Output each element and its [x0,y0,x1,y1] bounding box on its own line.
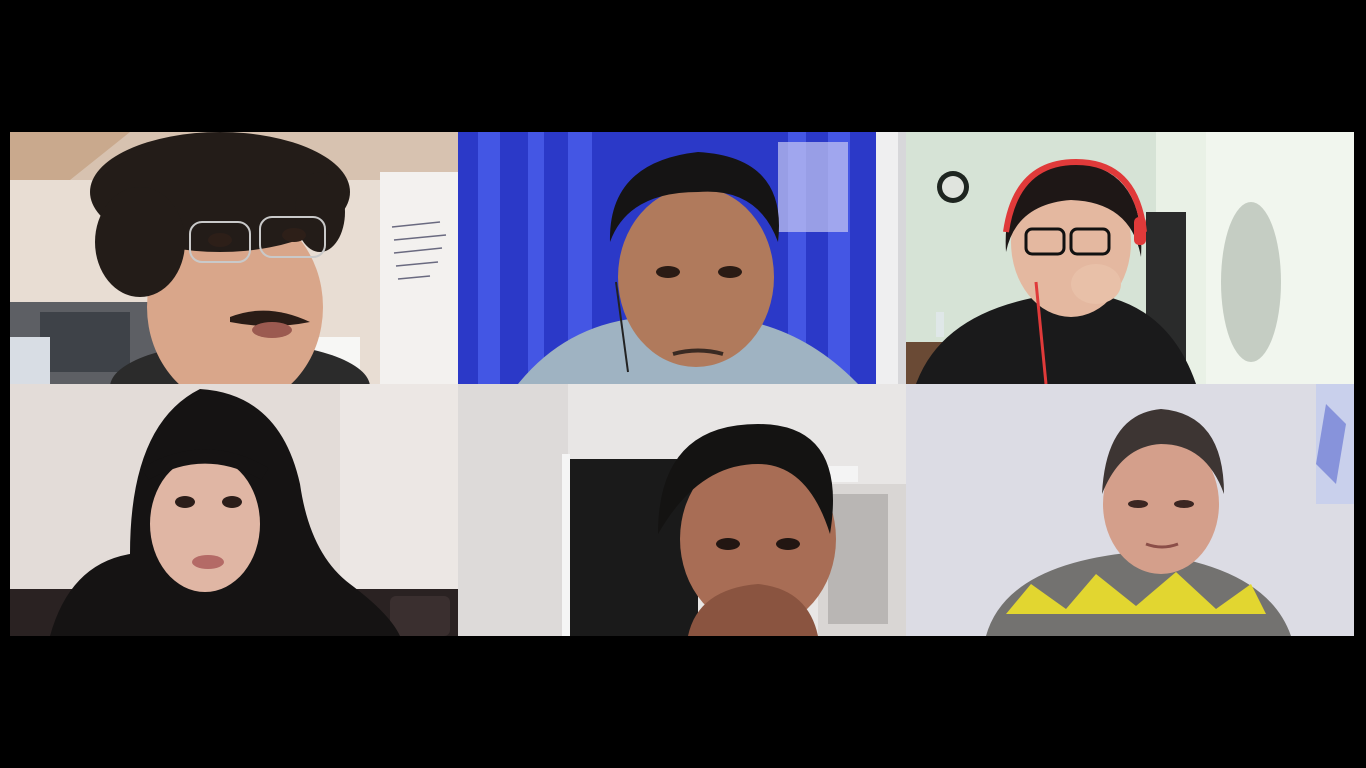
participant-video-tile-1[interactable] [10,132,458,384]
participant-video-3 [906,132,1354,384]
video-gallery [10,132,1354,636]
participant-video-tile-4[interactable] [10,384,458,636]
participant-video-4 [10,384,458,636]
participant-video-tile-6[interactable] [906,384,1354,636]
meeting-window [0,0,1366,768]
participant-video-tile-3[interactable] [906,132,1354,384]
participant-video-5 [458,384,906,636]
participant-video-tile-2[interactable] [458,132,906,384]
participant-video-1 [10,132,458,384]
participant-video-2 [458,132,906,384]
participant-video-tile-5[interactable] [458,384,906,636]
participant-video-6 [906,384,1354,636]
